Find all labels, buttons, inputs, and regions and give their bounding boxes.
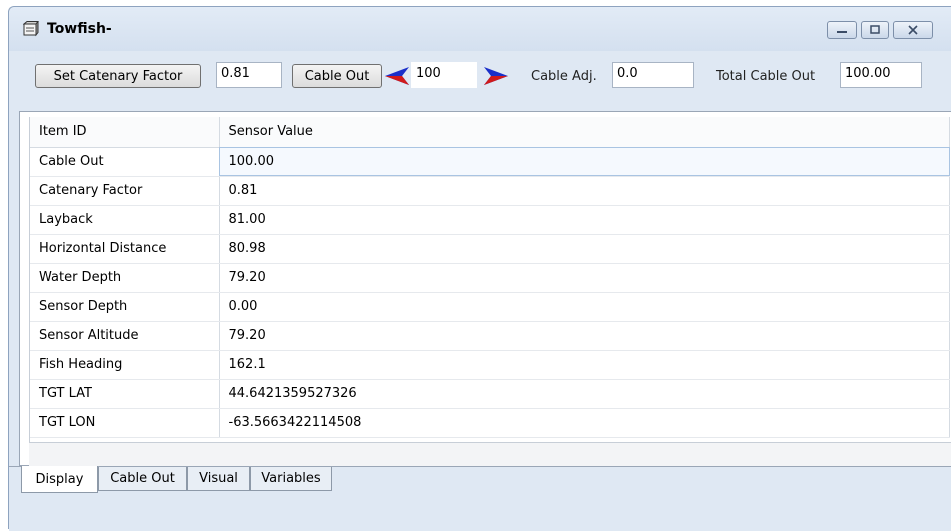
cable-out-button[interactable]: Cable Out xyxy=(292,64,382,88)
column-header-item-id[interactable]: Item ID xyxy=(30,117,220,148)
window-title: Towfish- xyxy=(47,21,112,37)
grid-header-row: Item ID Sensor Value xyxy=(30,117,950,148)
sensor-value-cell[interactable]: 81.00 xyxy=(219,205,950,235)
table-row[interactable]: Fish Heading 162.1 xyxy=(30,350,950,380)
total-cable-out-field[interactable]: 100.00 xyxy=(840,62,922,88)
sensor-value-cell[interactable]: 0.81 xyxy=(219,176,950,206)
item-id-cell: TGT LON xyxy=(30,408,220,438)
arrow-left-icon[interactable] xyxy=(383,65,411,87)
item-id-cell: Water Depth xyxy=(30,263,220,293)
sensor-value-cell[interactable]: 79.20 xyxy=(219,321,950,351)
item-id-cell: Horizontal Distance xyxy=(30,234,220,264)
column-header-sensor-value[interactable]: Sensor Value xyxy=(219,117,950,148)
table-row[interactable]: Catenary Factor 0.81 xyxy=(30,176,950,206)
window-icon xyxy=(23,21,39,37)
table-row[interactable]: Water Depth 79.20 xyxy=(30,263,950,293)
item-id-cell: Catenary Factor xyxy=(30,176,220,206)
total-cable-out-label: Total Cable Out xyxy=(716,69,816,84)
sensor-value-cell[interactable]: 44.6421359527326 xyxy=(219,379,950,409)
table-row[interactable]: Layback 81.00 xyxy=(30,205,950,235)
item-id-cell: Cable Out xyxy=(30,147,220,177)
towfish-window: Towfish- Set Catenary Factor 0.81 Cable … xyxy=(8,6,951,531)
item-id-cell: TGT LAT xyxy=(30,379,220,409)
tab-variables[interactable]: Variables xyxy=(250,467,332,491)
cable-out-field[interactable]: 100 xyxy=(411,62,477,88)
title-bar: Towfish- xyxy=(9,7,951,51)
tab-visual[interactable]: Visual xyxy=(187,467,250,491)
grid-footer-bar xyxy=(29,442,951,467)
cable-adj-label: Cable Adj. xyxy=(531,69,597,84)
catenary-factor-field[interactable]: 0.81 xyxy=(216,62,282,88)
sensor-grid: Item ID Sensor Value Cable Out 100.00 Cat… xyxy=(29,117,950,442)
sensor-value-cell[interactable]: 80.98 xyxy=(219,234,950,264)
table-row[interactable]: TGT LON -63.5663422114508 xyxy=(30,408,950,438)
item-id-cell: Layback xyxy=(30,205,220,235)
sensor-value-cell[interactable]: 0.00 xyxy=(219,292,950,322)
arrow-right-icon[interactable] xyxy=(482,65,510,87)
close-icon[interactable] xyxy=(893,21,933,39)
table-row[interactable]: TGT LAT 44.6421359527326 xyxy=(30,379,950,409)
table-row[interactable]: Cable Out 100.00 xyxy=(30,147,950,177)
restore-icon[interactable] xyxy=(861,21,889,39)
tab-display[interactable]: Display xyxy=(21,466,98,493)
table-row[interactable]: Sensor Altitude 79.20 xyxy=(30,321,950,351)
item-id-cell: Sensor Altitude xyxy=(30,321,220,351)
tab-bar: Display Cable Out Visual Variables xyxy=(9,466,951,531)
set-catenary-factor-button[interactable]: Set Catenary Factor xyxy=(35,64,201,88)
tab-cable-out[interactable]: Cable Out xyxy=(98,467,187,491)
item-id-cell: Sensor Depth xyxy=(30,292,220,322)
sensor-value-cell[interactable]: 79.20 xyxy=(219,263,950,293)
item-id-cell: Fish Heading xyxy=(30,350,220,380)
sensor-value-cell[interactable]: 162.1 xyxy=(219,350,950,380)
toolbar: Set Catenary Factor 0.81 Cable Out 100 C… xyxy=(9,51,951,111)
sensor-value-cell[interactable]: -63.5663422114508 xyxy=(219,408,950,438)
table-row[interactable]: Sensor Depth 0.00 xyxy=(30,292,950,322)
table-row[interactable]: Horizontal Distance 80.98 xyxy=(30,234,950,264)
minimize-icon[interactable] xyxy=(827,21,857,39)
sensor-value-cell[interactable]: 100.00 xyxy=(219,147,950,177)
cable-adj-field[interactable]: 0.0 xyxy=(612,62,694,88)
